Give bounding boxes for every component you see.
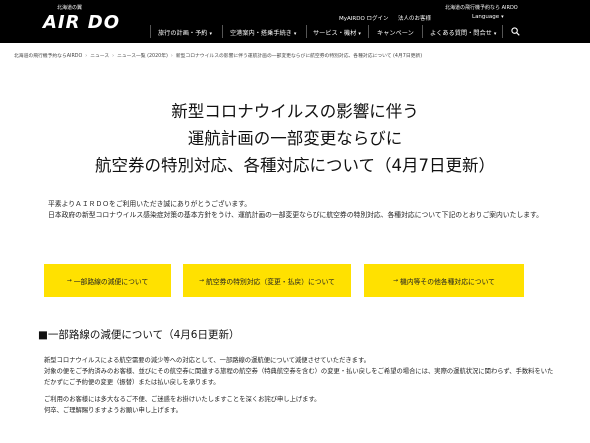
title-line: 運航計画の一部変更ならびに (187, 129, 403, 148)
nav-label: キャンペーン (377, 30, 414, 37)
chevron-down-icon: ▾ (293, 31, 297, 37)
booking-tagline-link[interactable]: 北海道の飛行機予約なら AIRDO (445, 4, 518, 11)
page-title: 新型コロナウイルスの影響に伴う 運航計画の一部変更ならびに 航空券の特別対応、各… (0, 98, 590, 179)
breadcrumb-news-list[interactable]: ニュース一覧 (2020年) (117, 54, 168, 59)
site-header: 北海道の翼 AIR DO MyAIRDO ログイン 法人のお客様 北海道の飛行機… (0, 0, 590, 43)
nav-item-faq[interactable]: よくある質問・問合せ ▾ (430, 28, 496, 37)
nav-item-campaign[interactable]: キャンペーン (377, 28, 414, 37)
section-heading: ■一部路線の減便について（4月6日更新） (38, 329, 240, 341)
arrow-right-icon: → (199, 277, 205, 284)
breadcrumb-separator-icon: › (112, 54, 115, 59)
breadcrumb-news[interactable]: ニュース (90, 54, 109, 59)
breadcrumb-current: 新型コロナウイルスの影響に伴う運航計画の一部変更ならびに航空券の特別対応、各種対… (175, 54, 423, 59)
nav-divider (422, 25, 423, 38)
arrow-right-icon: → (66, 277, 72, 284)
nav-label: よくある質問・問合せ (430, 30, 492, 37)
chevron-down-icon: ▾ (493, 31, 497, 37)
button-label: 航空券の特別対応（変更・払戻）について (206, 277, 335, 286)
route-reduction-button[interactable]: → 一部路線の減便について (44, 264, 171, 297)
nav-label: 空港案内・搭乗手続き (230, 30, 292, 37)
breadcrumb-home[interactable]: 北海道の飛行機予約ならAIRDO (14, 54, 82, 59)
section-paragraph: 何卒、ご理解賜りますようお願い申し上げます。 (44, 406, 182, 414)
nav-divider (306, 25, 307, 38)
corporate-link[interactable]: 法人のお客様 (398, 14, 431, 22)
nav-item-airport-guide[interactable]: 空港案内・搭乗手続き ▾ (230, 28, 296, 37)
section-paragraph: 対象の便をご予約済みのお客様、並びにその航空券に関連する旅程の航空券（特典航空券… (44, 368, 554, 387)
arrow-right-icon: → (393, 277, 399, 284)
breadcrumb: 北海道の飛行機予約ならAIRDO › ニュース › ニュース一覧 (2020年) › 新型コ… (14, 52, 422, 59)
button-label: 機内等その他各種対応について (400, 277, 495, 286)
section-paragraph: 新型コロナウイルスによる航空需要の減少等への対応として、一部路線の運航便について… (44, 357, 370, 364)
other-measures-button[interactable]: → 機内等その他各種対応について (364, 264, 524, 297)
button-label: 一部路線の減便について (73, 277, 149, 286)
logo-tagline: 北海道の翼 (57, 5, 83, 11)
intro-text: 平素よりＡＩＲＤＯをご利用いただき誠にありがとうございます。 日本政府の新型コロ… (48, 199, 558, 221)
chevron-down-icon: ▾ (501, 14, 504, 20)
chevron-down-icon: ▾ (358, 31, 361, 37)
title-line: 航空券の特別対応、各種対応について（4月7日更新） (94, 156, 495, 175)
nav-item-services[interactable]: サービス・機材 ▾ (313, 28, 361, 37)
nav-divider (150, 25, 151, 38)
section-paragraph: ご利用のお客様には多大なるご不便、ご迷惑をお掛けいたしますことを深くお詫び申し上… (44, 395, 321, 403)
nav-divider (222, 25, 223, 38)
language-selector[interactable]: Language ▾ (472, 14, 504, 20)
section-body: 新型コロナウイルスによる航空需要の減少等への対応として、一部路線の運航便について… (38, 355, 554, 416)
nav-item-travel-planning[interactable]: 旅行の計画・予約 ▾ (158, 28, 212, 37)
breadcrumb-separator-icon: › (170, 54, 173, 59)
language-label: Language (472, 14, 500, 20)
nav-label: 旅行の計画・予約 (158, 30, 208, 37)
nav-divider (368, 25, 369, 38)
title-line: 新型コロナウイルスの影響に伴う (171, 102, 419, 121)
myairdo-login-link[interactable]: MyAIRDO ログイン (339, 14, 389, 22)
nav-label: サービス・機材 (313, 30, 357, 37)
intro-paragraph: 日本政府の新型コロナウイルス感染症対策の基本方針をうけ、運航計画の一部変更ならび… (48, 211, 543, 219)
nav-divider (502, 25, 503, 38)
breadcrumb-separator-icon: › (85, 54, 88, 59)
ticket-special-handling-button[interactable]: → 航空券の特別対応（変更・払戻）について (183, 264, 351, 297)
logo-text: AIR DO (43, 12, 120, 33)
chevron-down-icon: ▾ (209, 31, 213, 37)
airdo-logo[interactable]: AIR DO (43, 12, 120, 33)
search-icon[interactable] (511, 27, 520, 36)
intro-paragraph: 平素よりＡＩＲＤＯをご利用いただき誠にありがとうございます。 (48, 200, 252, 208)
